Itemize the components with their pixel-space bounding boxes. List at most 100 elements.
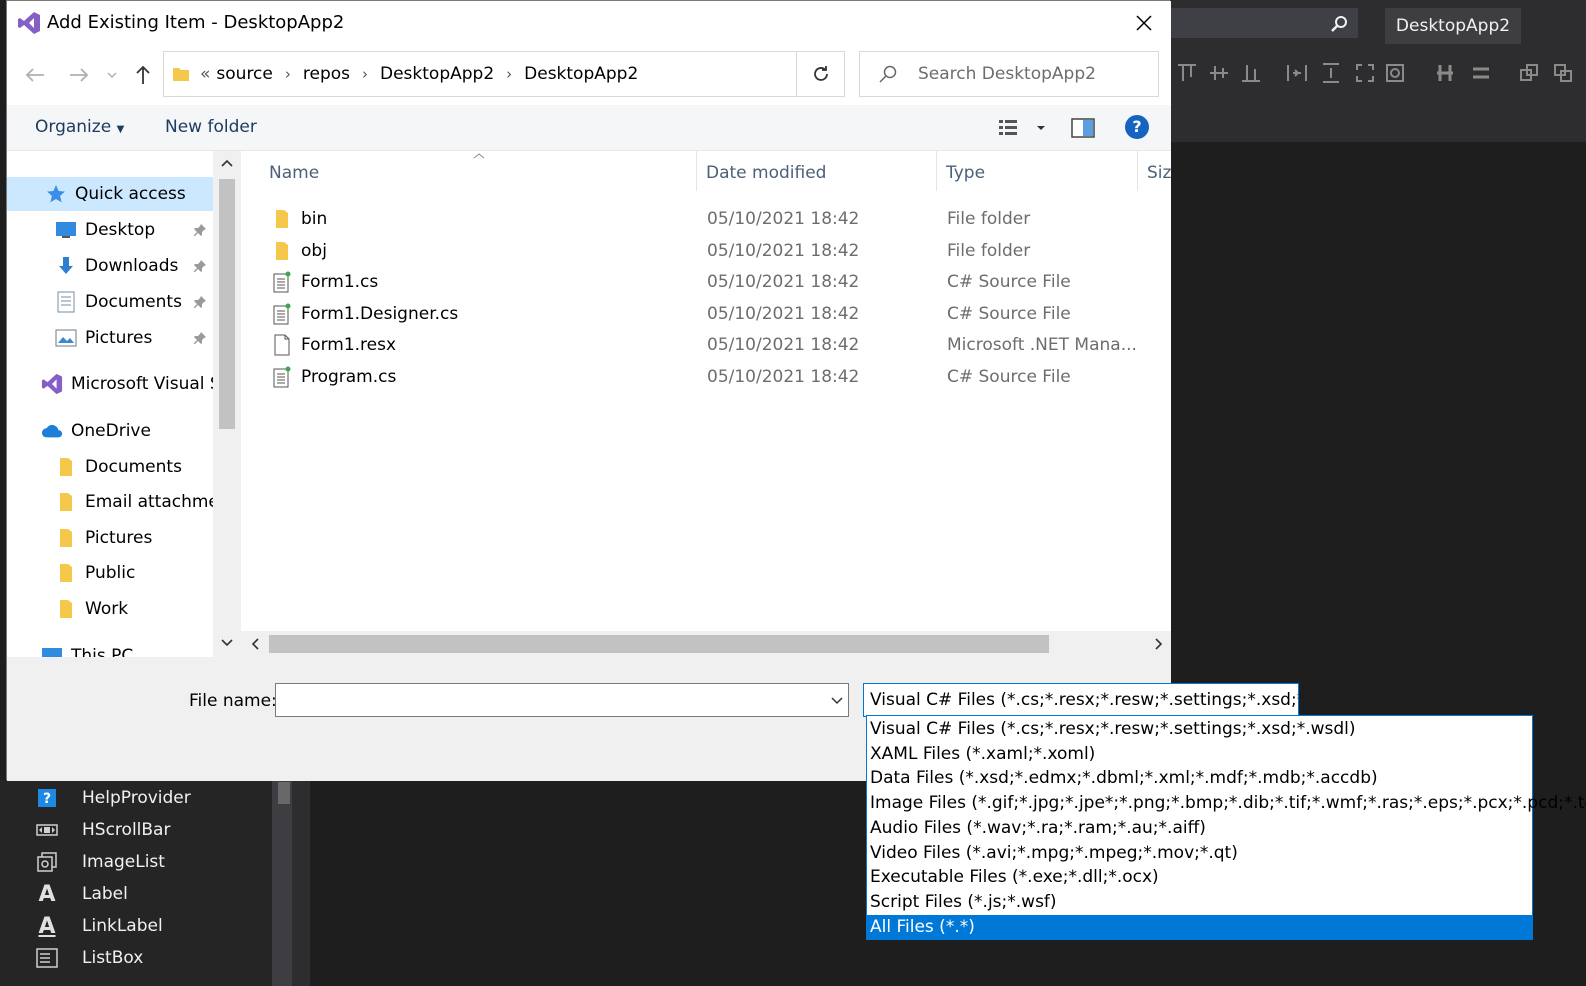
- caret-down-icon: ▼: [116, 124, 125, 135]
- toolbox-scrollbar-thumb[interactable]: [278, 782, 290, 804]
- refresh-button[interactable]: [797, 51, 845, 97]
- file-type-select[interactable]: Visual C# Files (*.cs;*.resx;*.resw;*.se…: [863, 683, 1299, 717]
- nav-desktop[interactable]: Desktop: [55, 213, 155, 247]
- downloads-icon: [55, 255, 77, 277]
- chevron-up-icon[interactable]: [221, 159, 233, 167]
- nav-onedrive-pictures[interactable]: Pictures: [55, 521, 152, 555]
- column-name[interactable]: Name: [269, 163, 319, 183]
- vs-search-box[interactable]: [1170, 8, 1358, 38]
- visual-studio-icon: [41, 373, 63, 395]
- file-row-form1-designer-cs[interactable]: Form1.Designer.cs 05/10/2021 18:42 C# So…: [271, 298, 1071, 330]
- file-type-option[interactable]: Data Files (*.xsd;*.edmx;*.dbml;*.xml;*.…: [867, 766, 1532, 791]
- file-row-obj[interactable]: obj 05/10/2021 18:42 File folder: [271, 235, 1030, 267]
- toolbox-item-imagelist[interactable]: ImageList: [36, 846, 165, 878]
- nav-this-pc[interactable]: This PC: [41, 639, 133, 657]
- forward-button[interactable]: [65, 61, 93, 89]
- breadcrumb-source[interactable]: source: [216, 64, 272, 84]
- column-header-row: Name Date modified Type Size: [241, 151, 1171, 195]
- help-icon: ?: [36, 787, 58, 809]
- nav-onedrive-documents[interactable]: Documents: [55, 450, 182, 484]
- chevron-right-icon[interactable]: ›: [362, 65, 368, 83]
- grid-icon[interactable]: [1384, 62, 1406, 84]
- column-divider[interactable]: [936, 151, 937, 191]
- toolbox-item-helpprovider[interactable]: ? HelpProvider: [36, 782, 191, 814]
- nav-visual-studio[interactable]: Microsoft Visual S: [41, 367, 213, 401]
- close-button[interactable]: [1121, 1, 1167, 45]
- nav-pictures[interactable]: Pictures: [55, 321, 152, 355]
- file-row-form1-resx[interactable]: Form1.resx 05/10/2021 18:42 Microsoft .N…: [271, 329, 1137, 361]
- chevron-down-icon[interactable]: [830, 690, 844, 710]
- help-button[interactable]: ?: [1125, 115, 1149, 139]
- nav-quick-access[interactable]: Quick access: [7, 177, 213, 211]
- back-button[interactable]: [21, 61, 49, 89]
- center-horizontally-icon[interactable]: [1434, 62, 1456, 84]
- preview-pane-button[interactable]: [1069, 115, 1099, 141]
- nav-email-attachments[interactable]: Email attachmen: [55, 485, 213, 519]
- breadcrumb-desktopapp2-current[interactable]: DesktopApp2: [524, 64, 638, 84]
- chevron-right-icon[interactable]: ›: [285, 65, 291, 83]
- column-type[interactable]: Type: [946, 163, 985, 183]
- send-to-back-icon[interactable]: [1552, 62, 1574, 84]
- file-type-option[interactable]: Audio Files (*.wav;*.ra;*.ram;*.au;*.aif…: [867, 816, 1532, 841]
- details-view-icon: [999, 120, 1017, 135]
- organize-menu[interactable]: Organize ▼: [35, 117, 124, 137]
- pin-icon[interactable]: [193, 259, 207, 273]
- chevron-left-icon[interactable]: [251, 638, 259, 650]
- pin-icon[interactable]: [193, 295, 207, 309]
- toolbox-item-hscrollbar[interactable]: HScrollBar: [36, 814, 170, 846]
- nav-downloads[interactable]: Downloads: [55, 249, 178, 283]
- pin-icon[interactable]: [193, 223, 207, 237]
- vertical-spacing-icon[interactable]: [1320, 62, 1342, 84]
- horizontal-scrollbar-thumb[interactable]: [269, 635, 1049, 653]
- size-to-fit-icon[interactable]: [1354, 62, 1376, 84]
- file-type-option[interactable]: Image Files (*.gif;*.jpg;*.jpe*;*.png;*.…: [867, 791, 1586, 816]
- file-type-option[interactable]: XAML Files (*.xaml;*.xoml): [867, 742, 1532, 767]
- address-bar[interactable]: « source › repos › DesktopApp2 › Desktop…: [163, 51, 934, 97]
- new-folder-button[interactable]: New folder: [165, 117, 257, 137]
- center-vertically-icon[interactable]: [1470, 62, 1492, 84]
- file-type-option[interactable]: Executable Files (*.exe;*.dll;*.ocx): [867, 865, 1532, 890]
- nav-work[interactable]: Work: [55, 592, 128, 626]
- align-bottom-icon[interactable]: [1240, 62, 1262, 84]
- file-row-form1-cs[interactable]: Form1.cs 05/10/2021 18:42 C# Source File: [271, 266, 1071, 298]
- arrow-up-icon: [136, 65, 150, 84]
- align-top-icon[interactable]: [1176, 62, 1198, 84]
- chevron-right-icon[interactable]: [1155, 638, 1163, 650]
- breadcrumb-desktopapp2[interactable]: DesktopApp2: [380, 64, 494, 84]
- toolbox-item-linklabel[interactable]: A LinkLabel: [36, 910, 162, 942]
- search-box[interactable]: Search DesktopApp2: [859, 51, 1159, 97]
- chevron-down-icon[interactable]: [221, 639, 233, 647]
- file-row-bin[interactable]: bin 05/10/2021 18:42 File folder: [271, 203, 1030, 235]
- align-middle-icon[interactable]: [1208, 62, 1230, 84]
- pin-icon[interactable]: [193, 331, 207, 345]
- nav-documents[interactable]: Documents: [55, 285, 182, 319]
- chevron-right-icon[interactable]: ›: [506, 65, 512, 83]
- file-type: C# Source File: [947, 304, 1071, 324]
- change-view-button[interactable]: [995, 115, 1055, 141]
- column-divider[interactable]: [696, 151, 697, 191]
- column-date-modified[interactable]: Date modified: [706, 163, 826, 183]
- nav-public[interactable]: Public: [55, 556, 135, 590]
- column-size[interactable]: Size: [1147, 163, 1171, 183]
- file-type-option[interactable]: Video Files (*.avi;*.mpg;*.mpeg;*.mov;*.…: [867, 841, 1532, 866]
- file-type-option[interactable]: Script Files (*.js;*.wsf): [867, 890, 1532, 915]
- recent-locations-button[interactable]: [101, 61, 123, 89]
- toolbox-item-listbox[interactable]: ListBox: [36, 942, 143, 974]
- toolbox-scrollbar[interactable]: [272, 780, 292, 986]
- file-type-option-highlighted[interactable]: All Files (*.*): [867, 915, 1532, 940]
- bring-to-front-icon[interactable]: [1518, 62, 1540, 84]
- file-row-program-cs[interactable]: Program.cs 05/10/2021 18:42 C# Source Fi…: [271, 361, 1071, 393]
- up-button[interactable]: [129, 61, 157, 89]
- toolbox-item-label-control[interactable]: A Label: [36, 878, 127, 910]
- horizontal-spacing-icon[interactable]: [1286, 62, 1308, 84]
- breadcrumb: « source › repos › DesktopApp2 › Desktop…: [200, 52, 638, 96]
- breadcrumb-repos[interactable]: repos: [303, 64, 350, 84]
- breadcrumb-overflow[interactable]: «: [200, 64, 210, 84]
- horizontal-scrollbar[interactable]: [241, 631, 1171, 657]
- dialog-title: Add Existing Item - DesktopApp2: [47, 12, 345, 33]
- file-name-input[interactable]: [275, 683, 849, 717]
- file-type-option[interactable]: Visual C# Files (*.cs;*.resx;*.resw;*.se…: [867, 717, 1532, 742]
- navigation-scrollbar-thumb[interactable]: [219, 179, 235, 429]
- nav-onedrive[interactable]: OneDrive: [41, 414, 151, 448]
- column-divider[interactable]: [1137, 151, 1138, 191]
